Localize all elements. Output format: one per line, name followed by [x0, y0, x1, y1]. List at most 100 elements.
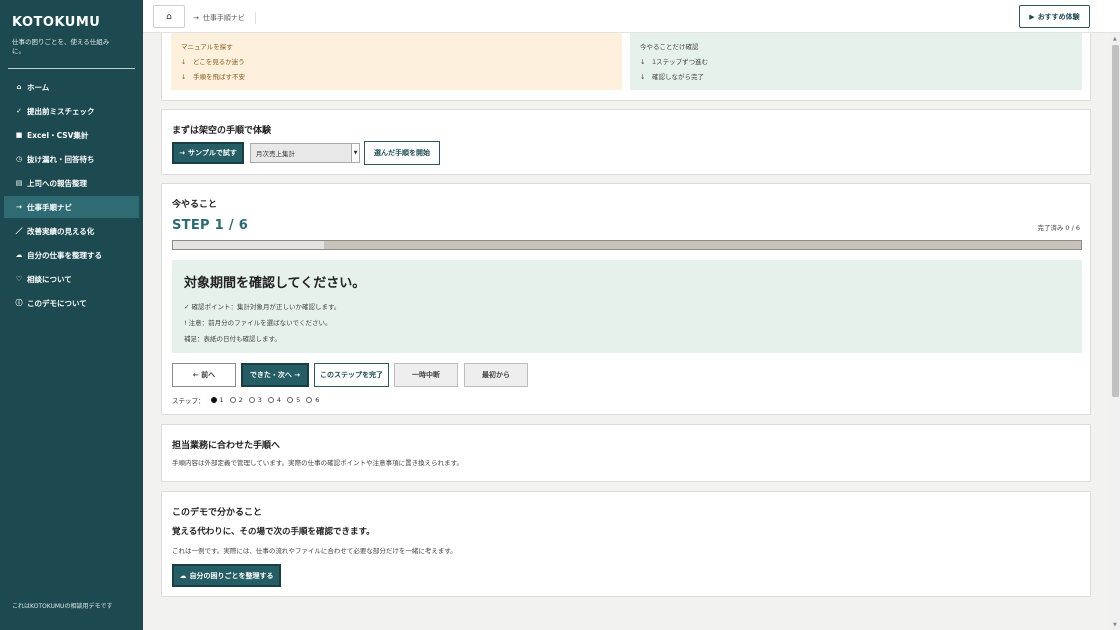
before-line: どこを見るか迷う: [193, 58, 245, 66]
note-line: 補足：表紙の日付も確認します。: [184, 335, 281, 343]
arrow-right-icon: →: [179, 149, 186, 157]
brand-logo[interactable]: KOTOKUMU: [12, 15, 100, 30]
report-icon: ▤: [15, 179, 23, 187]
sidebar-item-label: 自分の仕事を整理する: [27, 250, 102, 260]
step-dot-4[interactable]: [267, 397, 274, 403]
completed-count: 完了済み 0 / 6: [1037, 224, 1080, 232]
after-title: 今やることだけ確認: [640, 43, 699, 51]
procedure-select[interactable]: 月次売上集計 ▼: [250, 143, 360, 163]
scroll-down-icon[interactable]: ▼: [1113, 622, 1117, 628]
table-icon: ■: [15, 131, 23, 139]
after-tips: 今やることだけ確認 ↓ 1ステップずつ進む ↓ 確認しながら完了: [630, 33, 1082, 90]
sidebar-item-improvement[interactable]: ／ 改善実績の見える化: [4, 220, 139, 242]
clock-icon: ◷: [15, 155, 23, 163]
sidebar-item-about[interactable]: ⓘ このデモについて: [4, 292, 139, 314]
sidebar-item-home[interactable]: ⌂ ホーム: [4, 76, 139, 98]
home-button[interactable]: ⌂: [153, 5, 185, 28]
before-title: マニュアルを探す: [181, 43, 233, 51]
pause-button[interactable]: 一時中断: [394, 363, 458, 387]
step-dot-6[interactable]: [306, 397, 313, 403]
step-dot-5[interactable]: [287, 397, 294, 403]
sidebar-item-pending[interactable]: ◷ 抜け漏れ・回答待ち: [4, 148, 139, 170]
organize-problems-label: 自分の困りごとを整理する: [189, 571, 274, 580]
sidebar-item-label: 抜け漏れ・回答待ち: [27, 154, 95, 164]
steps-prefix: ステップ：: [172, 397, 205, 405]
step-dot-1[interactable]: [210, 397, 217, 403]
scroll-up-icon[interactable]: ▲: [1113, 36, 1117, 42]
top-bar: ⌂ → 仕事手順ナビ ▶ おすすめ体験: [143, 0, 1120, 33]
warning-line: ! 注意：前月分のファイルを選ばないでください。: [184, 319, 332, 327]
demo-subtitle: 覚える代わりに、その場で次の手順を確認できます。: [172, 527, 375, 537]
instruction-heading: 対象期間を確認してください。: [184, 276, 366, 291]
demo-title: このデモで分かること: [172, 508, 263, 518]
try-sample-button[interactable]: → サンプルで試す: [172, 142, 244, 164]
step-dots: ステップ： 1 2 3 4 5 6: [172, 395, 319, 405]
sample-title: まずは架空の手順で体験: [172, 126, 272, 136]
complete-step-button[interactable]: このステップを完了: [314, 363, 389, 387]
current-step-card: 今やること STEP 1 / 6 完了済み 0 / 6 対象期間を確認してくださ…: [161, 183, 1091, 415]
demo-text: これは一例です。実際には、仕事の流れやファイルに合わせて必要な部分だけを一緒に考…: [172, 547, 457, 555]
after-line: 1ステップずつ進む: [652, 58, 709, 66]
comparison-card: マニュアルを探す ↓ どこを見るか迷う ↓ 手順を飛ばす不安 今やることだけ確認 ↓…: [161, 33, 1091, 101]
start-selected-button[interactable]: 選んだ手順を開始: [364, 141, 440, 165]
sidebar-item-label: 上司への報告整理: [27, 178, 87, 188]
try-sample-label: サンプルで試す: [188, 149, 237, 157]
arrow-down-icon: ↓: [640, 73, 646, 81]
step-dot-label: 4: [276, 396, 282, 404]
sidebar-item-precheck[interactable]: ✓ 提出前ミスチェック: [4, 100, 139, 122]
recommend-label: おすすめ体験: [1037, 12, 1080, 21]
recommend-experience-button[interactable]: ▶ おすすめ体験: [1019, 5, 1090, 28]
step-dot-label: 1: [219, 396, 224, 404]
step-indicator: STEP 1 / 6: [172, 218, 249, 233]
brand-tagline: 仕事の困りごとを、使える仕組みに。: [12, 38, 110, 55]
step-dot-label: 2: [238, 396, 243, 404]
sidebar-item-report[interactable]: ▤ 上司への報告整理: [4, 172, 139, 194]
sidebar-nav: ⌂ ホーム ✓ 提出前ミスチェック ■ Excel・CSV集計 ◷ 抜け漏れ・回答待ち …: [4, 76, 139, 316]
breadcrumb-arrow-icon: →: [193, 14, 199, 22]
step-dot-3[interactable]: [248, 397, 255, 403]
arrow-right-icon: →: [16, 203, 22, 211]
sidebar-item-label: このデモについて: [27, 298, 87, 308]
duty-text: 手順内容は外部定義で管理しています。実際の仕事の確認ポイントや注意事項に置き換え…: [172, 459, 464, 467]
arrow-down-icon: ↓: [181, 58, 187, 66]
check-point-line: ✓ 確認ポイント：集計対象月が正しいか確認します。: [184, 303, 341, 311]
sidebar: KOTOKUMU 仕事の困りごとを、使える仕組みに。 ⌂ ホーム ✓ 提出前ミスチェ…: [0, 0, 143, 630]
chart-icon: ／: [15, 227, 23, 235]
demo-card: このデモで分かること 覚える代わりに、その場で次の手順を確認できます。 これは一…: [161, 491, 1091, 597]
next-button[interactable]: できた・次へ →: [241, 363, 309, 387]
sidebar-footer-note: これはKOTOKUMUの相談用デモです: [12, 603, 113, 610]
step-dot-label: 5: [296, 396, 301, 404]
chevron-down-icon[interactable]: ▼: [351, 144, 359, 162]
instruction-panel: 対象期間を確認してください。 ✓ 確認ポイント：集計対象月が正しいか確認します。…: [172, 260, 1082, 353]
check-icon: ✓: [16, 107, 22, 115]
breadcrumb-current: 仕事手順ナビ: [202, 14, 245, 22]
sidebar-item-label: 提出前ミスチェック: [27, 106, 95, 116]
sidebar-item-procedure-nav[interactable]: → 仕事手順ナビ: [4, 196, 139, 218]
after-line: 確認しながら完了: [652, 73, 704, 81]
breadcrumb: → 仕事手順ナビ: [193, 12, 256, 24]
sidebar-item-label: Excel・CSV集計: [27, 130, 89, 140]
current-step-title: 今やること: [172, 200, 218, 210]
scrollbar-thumb[interactable]: [1112, 45, 1119, 397]
duty-title: 担当業務に合わせた手順へ: [172, 441, 281, 451]
prev-button[interactable]: ← 前へ: [172, 363, 236, 387]
arrow-down-icon: ↓: [640, 58, 646, 66]
sidebar-item-organize[interactable]: ☁ 自分の仕事を整理する: [4, 244, 139, 266]
sidebar-item-label: ホーム: [27, 82, 50, 92]
heart-icon: ♡: [15, 275, 23, 283]
cloud-icon: ☁: [179, 571, 187, 580]
sidebar-item-excel-csv[interactable]: ■ Excel・CSV集計: [4, 124, 139, 146]
sidebar-item-label: 仕事手順ナビ: [27, 202, 72, 212]
breadcrumb-divider: [254, 12, 256, 24]
restart-button[interactable]: 最初から: [464, 363, 528, 387]
sidebar-item-label: 改善実績の見える化: [27, 226, 95, 236]
progress-fill: [173, 241, 324, 249]
arrow-down-icon: ↓: [181, 73, 187, 81]
play-icon: ▶: [1029, 12, 1035, 21]
sidebar-item-consult[interactable]: ♡ 相談について: [4, 268, 139, 290]
step-dot-2[interactable]: [229, 397, 236, 403]
step-dot-label: 3: [257, 396, 262, 404]
duty-card: 担当業務に合わせた手順へ 手順内容は外部定義で管理しています。実際の仕事の確認ポ…: [161, 424, 1091, 482]
procedure-select-value: 月次売上集計: [256, 150, 295, 158]
organize-problems-button[interactable]: ☁ 自分の困りごとを整理する: [172, 564, 281, 587]
